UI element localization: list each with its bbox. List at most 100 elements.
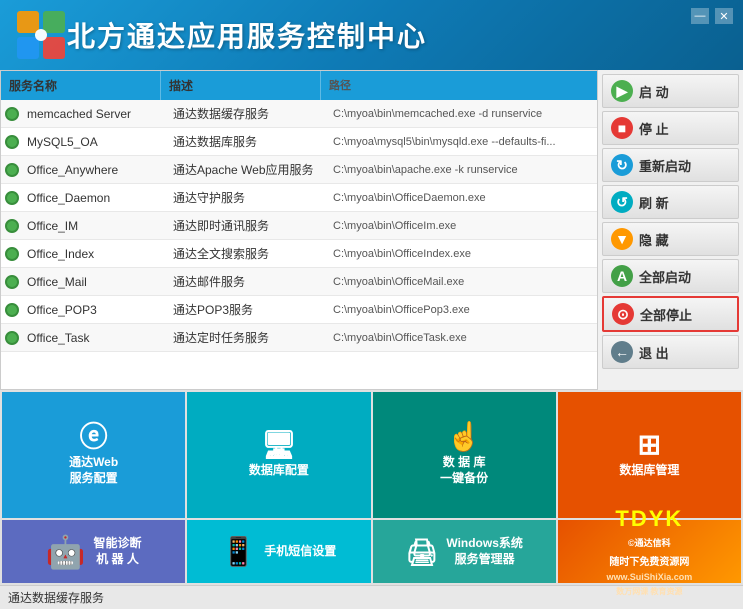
service-name: Office_Mail: [23, 270, 169, 294]
sms-label: 手机短信设置: [264, 544, 336, 560]
service-name: MySQL5_OA: [23, 130, 169, 154]
refresh-button[interactable]: ↺ 刷 新: [602, 185, 739, 219]
service-path: C:\myoa\bin\OfficeIm.exe: [329, 215, 597, 237]
status-indicator: [5, 331, 19, 345]
table-row[interactable]: Office_Daemon 通达守护服务 C:\myoa\bin\OfficeD…: [1, 184, 597, 212]
status-indicator: [5, 219, 19, 233]
service-path: C:\myoa\bin\OfficeDaemon.exe: [329, 187, 597, 209]
exit-label: 退 出: [639, 343, 669, 362]
start-label: 启 动: [639, 82, 669, 101]
tile-watermark: TDYK ©通达信科 随时下免费资源网 www.SuiShiXia.com 数万…: [558, 520, 741, 583]
bottom-tiles-row2: 🤖 智能诊断机 器 人 📱 手机短信设置 🖨 Windows系统服务管理器 TD…: [0, 520, 743, 585]
dbconfig-icon: 🖥: [261, 431, 297, 459]
hide-button[interactable]: ▼ 隐 藏: [602, 222, 739, 256]
table-row[interactable]: memcached Server 通达数据缓存服务 C:\myoa\bin\me…: [1, 100, 597, 128]
watermark-copyright: ©通达信科: [628, 536, 671, 549]
stopall-label: 全部停止: [640, 305, 692, 324]
startall-button[interactable]: A 全部启动: [602, 259, 739, 293]
window-controls: — ✕: [691, 8, 733, 24]
start-button[interactable]: ▶ 启 动: [602, 74, 739, 108]
exit-button[interactable]: ← 退 出: [602, 335, 739, 369]
stop-icon: ■: [611, 117, 633, 139]
service-path: C:\myoa\bin\apache.exe -k runservice: [329, 159, 597, 181]
table-header: 服务名称 描述 路径: [1, 71, 597, 100]
header-desc: 描述: [161, 71, 321, 100]
service-path: C:\myoa\bin\OfficeTask.exe: [329, 327, 597, 349]
status-text: 通达数据缓存服务: [8, 589, 104, 606]
stopall-button[interactable]: ⊙ 全部停止: [602, 296, 739, 332]
service-path: C:\myoa\mysql5\bin\mysqld.exe --defaults…: [329, 131, 597, 153]
robot-icon: 🤖: [46, 536, 86, 568]
status-indicator: [5, 191, 19, 205]
hide-icon: ▼: [611, 228, 633, 250]
service-name: Office_Daemon: [23, 186, 169, 210]
refresh-icon: ↺: [611, 191, 633, 213]
service-path: C:\myoa\bin\memcached.exe -d runservice: [329, 103, 597, 125]
stop-label: 停 止: [639, 119, 669, 138]
header-name: 服务名称: [1, 71, 161, 100]
windows-label: Windows系统服务管理器: [446, 536, 523, 567]
tile-dbbackup[interactable]: ☝ 数 据 库一键备份: [373, 392, 556, 518]
service-desc: 通达数据库服务: [169, 128, 329, 155]
tile-dbmanage[interactable]: ⊞ 数据库管理: [558, 392, 741, 518]
service-name: memcached Server: [23, 102, 169, 126]
status-indicator: [5, 303, 19, 317]
tile-webconfig[interactable]: ⓔ 通达Web服务配置: [2, 392, 185, 518]
table-row[interactable]: Office_Index 通达全文搜索服务 C:\myoa\bin\Office…: [1, 240, 597, 268]
restart-label: 重新启动: [639, 156, 691, 175]
service-desc: 通达守护服务: [169, 184, 329, 211]
dbconfig-label: 数据库配置: [249, 463, 309, 479]
stop-button[interactable]: ■ 停 止: [602, 111, 739, 145]
status-indicator: [5, 163, 19, 177]
status-indicator: [5, 275, 19, 289]
tile-sms[interactable]: 📱 手机短信设置: [187, 520, 370, 583]
service-name: Office_Index: [23, 242, 169, 266]
table-row[interactable]: Office_Task 通达定时任务服务 C:\myoa\bin\OfficeT…: [1, 324, 597, 352]
stopall-icon: ⊙: [612, 303, 634, 325]
service-desc: 通达定时任务服务: [169, 324, 329, 351]
hide-label: 隐 藏: [639, 230, 669, 249]
table-row[interactable]: Office_POP3 通达POP3服务 C:\myoa\bin\OfficeP…: [1, 296, 597, 324]
minimize-button[interactable]: —: [691, 8, 709, 24]
robot-label: 智能诊断机 器 人: [94, 536, 142, 567]
service-path: C:\myoa\bin\OfficeMail.exe: [329, 271, 597, 293]
watermark-url: www.SuiShiXia.com: [607, 572, 693, 582]
service-table: 服务名称 描述 路径 memcached Server 通达数据缓存服务 C:\…: [0, 70, 598, 390]
header-path: 路径: [321, 71, 597, 100]
service-desc: 通达数据缓存服务: [169, 100, 329, 127]
status-indicator: [5, 135, 19, 149]
webconfig-label: 通达Web服务配置: [69, 455, 118, 486]
tile-robot[interactable]: 🤖 智能诊断机 器 人: [2, 520, 185, 583]
startall-icon: A: [611, 265, 633, 287]
dbmanage-icon: ⊞: [638, 431, 661, 459]
close-button[interactable]: ✕: [715, 8, 733, 24]
tile-dbconfig[interactable]: 🖥 数据库配置: [187, 392, 370, 518]
service-desc: 通达邮件服务: [169, 268, 329, 295]
service-name: Office_IM: [23, 214, 169, 238]
table-row[interactable]: Office_IM 通达即时通讯服务 C:\myoa\bin\OfficeIm.…: [1, 212, 597, 240]
table-row[interactable]: Office_Anywhere 通达Apache Web应用服务 C:\myoa…: [1, 156, 597, 184]
app-logo: [15, 9, 67, 61]
restart-button[interactable]: ↻ 重新启动: [602, 148, 739, 182]
table-row[interactable]: Office_Mail 通达邮件服务 C:\myoa\bin\OfficeMai…: [1, 268, 597, 296]
dbmanage-label: 数据库管理: [619, 463, 679, 479]
refresh-label: 刷 新: [639, 193, 669, 212]
dbbackup-label: 数 据 库一键备份: [440, 455, 488, 486]
watermark-brand: TDYK: [615, 506, 683, 532]
sms-icon: 📱: [221, 538, 256, 566]
service-desc: 通达Apache Web应用服务: [169, 156, 329, 183]
right-panel: ▶ 启 动 ■ 停 止 ↻ 重新启动 ↺ 刷 新 ▼ 隐 藏 A 全部启动 ⊙ …: [598, 70, 743, 390]
startall-label: 全部启动: [639, 267, 691, 286]
service-name: Office_Task: [23, 326, 169, 350]
tile-windows[interactable]: 🖨 Windows系统服务管理器: [373, 520, 556, 583]
service-path: C:\myoa\bin\OfficeIndex.exe: [329, 243, 597, 265]
service-desc: 通达即时通讯服务: [169, 212, 329, 239]
table-body: memcached Server 通达数据缓存服务 C:\myoa\bin\me…: [1, 100, 597, 352]
watermark-tagline1: 随时下免费资源网: [609, 553, 689, 568]
service-path: C:\myoa\bin\OfficePop3.exe: [329, 299, 597, 321]
table-row[interactable]: MySQL5_OA 通达数据库服务 C:\myoa\mysql5\bin\mys…: [1, 128, 597, 156]
status-indicator: [5, 247, 19, 261]
restart-icon: ↻: [611, 154, 633, 176]
windows-icon: 🖨: [405, 539, 438, 565]
start-icon: ▶: [611, 80, 633, 102]
